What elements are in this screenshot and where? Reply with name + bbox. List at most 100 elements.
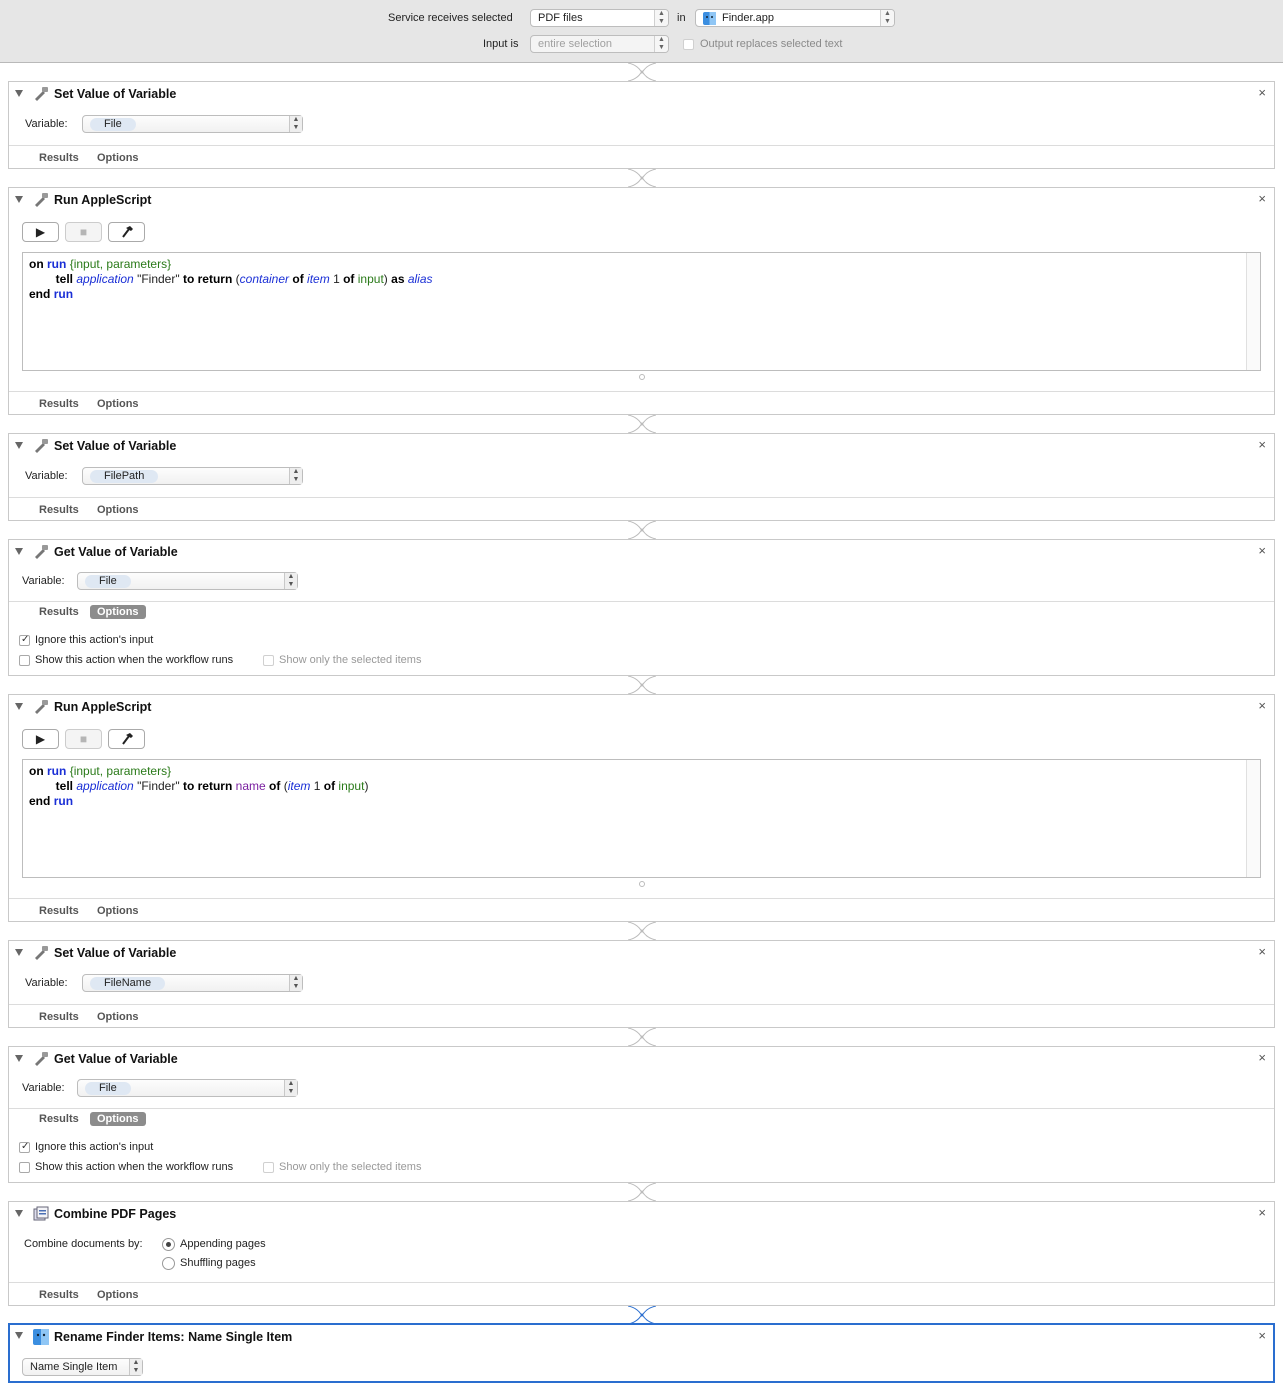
close-icon[interactable]: × [1258,191,1266,206]
disclosure-triangle-icon[interactable] [15,1210,23,1217]
action-combine-pdf-pages[interactable]: Combine PDF Pages × Combine documents by… [8,1201,1275,1306]
hammer-icon [121,733,133,745]
action-connector [628,922,656,940]
disclosure-triangle-icon[interactable] [15,1332,23,1339]
results-tab[interactable]: Results [39,1011,79,1023]
action-title: Set Value of Variable [54,87,177,101]
action-footer: Results Options [9,497,1274,516]
application-popup[interactable]: Finder.app ▲ ▼ [695,9,895,27]
output-replaces-checkbox[interactable] [683,39,694,50]
code-keyword: tell [55,272,74,286]
variable-popup[interactable]: FileName ▲ ▼ [82,974,303,992]
close-icon[interactable]: × [1258,437,1266,452]
show-selected-checkbox[interactable] [263,655,274,666]
action-run-applescript[interactable]: Run AppleScript × ▶ ■ on run {input, par… [8,694,1275,922]
shuffling-pages-radio[interactable] [162,1257,175,1270]
close-icon[interactable]: × [1258,1205,1266,1220]
variable-token: File [90,118,136,131]
code-keyword: to [182,272,195,286]
options-tab[interactable]: Options [97,1289,139,1301]
show-action-checkbox[interactable] [19,655,30,666]
close-icon[interactable]: × [1258,944,1266,959]
action-set-value-of-variable[interactable]: Set Value of Variable × Variable: FilePa… [8,433,1275,521]
results-tab[interactable]: Results [39,606,79,618]
results-tab[interactable]: Results [39,398,79,410]
disclosure-triangle-icon[interactable] [15,1055,23,1062]
options-tab[interactable]: Options [97,504,139,516]
variable-token: File [85,1082,131,1095]
action-get-value-of-variable[interactable]: Get Value of Variable × Variable: File ▲… [8,1046,1275,1183]
chevron-updown-icon: ▲ ▼ [289,116,302,132]
code-keyword: as [391,272,405,286]
options-tab[interactable]: Options [90,1112,146,1126]
show-action-checkbox[interactable] [19,1162,30,1173]
ignore-input-checkbox[interactable] [19,1141,30,1153]
options-tab[interactable]: Options [97,1011,139,1023]
action-footer: Results Options [9,391,1274,410]
run-script-button[interactable]: ▶ [22,222,59,242]
variable-popup[interactable]: File ▲ ▼ [77,1079,298,1097]
disclosure-triangle-icon[interactable] [15,442,23,449]
service-input-type-value: PDF files [538,12,583,24]
action-connector [628,521,656,539]
close-icon[interactable]: × [1258,85,1266,100]
applescript-editor[interactable]: on run {input, parameters} tell applicat… [22,759,1261,878]
action-get-value-of-variable[interactable]: Get Value of Variable × Variable: File ▲… [8,539,1275,676]
action-set-value-of-variable[interactable]: Set Value of Variable × Variable: File ▲… [8,81,1275,169]
stop-script-button[interactable]: ■ [65,222,102,242]
service-input-type-popup[interactable]: PDF files ▲ ▼ [530,9,669,27]
variable-token: FileName [90,977,166,990]
code-class: alias [407,272,433,286]
code-keyword: of [269,779,281,793]
action-footer: Results Options Ignore this action's inp… [9,1108,1274,1183]
options-tab[interactable]: Options [90,605,146,619]
results-tab[interactable]: Results [39,1113,79,1125]
disclosure-triangle-icon[interactable] [15,90,23,97]
applescript-editor[interactable]: on run {input, parameters} tell applicat… [22,252,1261,371]
options-tab[interactable]: Options [97,905,139,917]
rename-mode-popup[interactable]: Name Single Item ▲ ▼ [22,1358,143,1376]
action-connector [628,1183,656,1201]
compile-script-button[interactable] [108,222,145,242]
results-tab[interactable]: Results [39,504,79,516]
variable-popup[interactable]: FilePath ▲ ▼ [82,467,303,485]
run-script-button[interactable]: ▶ [22,729,59,749]
action-set-value-of-variable[interactable]: Set Value of Variable × Variable: FileNa… [8,940,1275,1028]
results-tab[interactable]: Results [39,905,79,917]
compile-script-button[interactable] [108,729,145,749]
action-title: Combine PDF Pages [54,1207,177,1221]
variable-popup[interactable]: File ▲ ▼ [82,115,303,133]
stop-script-button[interactable]: ■ [65,729,102,749]
show-selected-checkbox[interactable] [263,1162,274,1173]
disclosure-triangle-icon[interactable] [15,548,23,555]
variable-popup[interactable]: File ▲ ▼ [77,572,298,590]
disclosure-triangle-icon[interactable] [15,703,23,710]
action-run-applescript[interactable]: Run AppleScript × ▶ ■ on run {input, par… [8,187,1275,415]
input-is-popup[interactable]: entire selection ▲ ▼ [530,35,669,53]
disclosure-triangle-icon[interactable] [15,949,23,956]
options-tab[interactable]: Options [97,398,139,410]
code-class: container [239,272,290,286]
resize-handle[interactable] [638,374,645,380]
application-value: Finder.app [722,12,774,24]
close-icon[interactable]: × [1258,543,1266,558]
automator-robot-icon [35,1052,48,1066]
action-rename-finder-items[interactable]: Rename Finder Items: Name Single Item × … [8,1323,1275,1383]
ignore-input-checkbox[interactable] [19,634,30,646]
disclosure-triangle-icon[interactable] [15,196,23,203]
action-connector [628,676,656,694]
close-icon[interactable]: × [1258,698,1266,713]
results-tab[interactable]: Results [39,1289,79,1301]
options-tab[interactable]: Options [97,152,139,164]
show-action-label: Show this action when the workflow runs [35,1161,234,1173]
close-icon[interactable]: × [1258,1050,1266,1065]
code-keyword: on [29,764,44,778]
shuffling-pages-label: Shuffling pages [180,1257,256,1269]
editor-scrollbar[interactable] [1246,253,1260,370]
code-handler: run [47,764,67,778]
appending-pages-radio[interactable] [162,1238,175,1251]
resize-handle[interactable] [638,881,645,887]
editor-scrollbar[interactable] [1246,760,1260,877]
close-icon[interactable]: × [1258,1328,1266,1343]
results-tab[interactable]: Results [39,152,79,164]
